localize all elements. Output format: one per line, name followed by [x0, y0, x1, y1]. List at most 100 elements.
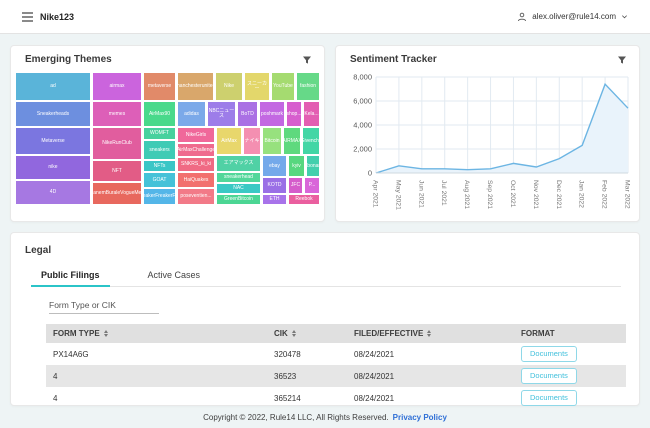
treemap-tile[interactable]: KOTD — [262, 177, 287, 194]
treemap-tile[interactable]: AIRMAX — [283, 127, 301, 155]
treemap-tile[interactable]: NFT — [92, 160, 142, 182]
cell-filed: 08/24/2021 — [347, 387, 514, 409]
cell-cik: 320478 — [267, 343, 347, 365]
treemap-tile[interactable]: Kela... — [303, 101, 320, 127]
cell-form-type: PX14A6G — [46, 343, 267, 365]
documents-button[interactable]: Documents — [521, 368, 577, 384]
treemap-tile[interactable]: ETH — [262, 194, 287, 205]
treemap-tile[interactable]: エアマックス — [216, 155, 261, 172]
treemap-tile[interactable]: manchesterunited — [177, 72, 214, 101]
treemap-tile-label: NikeGirls — [186, 133, 206, 138]
treemap-tile[interactable]: kyiv — [288, 155, 305, 177]
chevron-down-icon — [621, 13, 628, 20]
treemap-tile[interactable]: SNKRS_ki_ki — [177, 157, 215, 172]
legal-tabs: Public Filings Active Cases — [31, 266, 621, 287]
treemap: adSneakerheadsMetaversenike4D airmax memes… — [15, 72, 320, 205]
treemap-tile[interactable]: poshmark — [259, 101, 285, 127]
area-fill — [376, 84, 628, 173]
treemap-tile[interactable]: NikeGirls — [177, 127, 215, 143]
treemap-tile[interactable]: sneakerhead — [216, 172, 261, 183]
x-tick-label: Nov 2021 — [532, 180, 539, 209]
treemap-tile-label: NikeRunClub — [102, 141, 131, 146]
treemap-tile[interactable]: NFTs — [143, 160, 176, 172]
y-tick-label: 4,000 — [353, 121, 372, 130]
treemap-tile[interactable]: Metaverse — [15, 127, 91, 155]
treemap-tile[interactable]: GreenBitcoin — [216, 194, 261, 205]
treemap-tile[interactable]: ad — [15, 72, 91, 101]
treemap-tile[interactable]: Nike — [215, 72, 243, 101]
treemap-tile[interactable]: GOAT — [143, 172, 176, 188]
treemap-tile[interactable]: AirMaxChallenge — [177, 143, 215, 157]
treemap-tile[interactable]: memes — [92, 101, 142, 127]
filter-icon[interactable] — [617, 55, 627, 65]
filings-table: FORM TYPE CIK FILED/EFFECTIVE FORMAT PX1… — [46, 324, 626, 409]
treemap-tile[interactable]: 4D — [15, 180, 91, 205]
filter-icon[interactable] — [302, 55, 312, 65]
treemap-tile[interactable]: WOMFT — [143, 127, 176, 140]
treemap-tile[interactable]: abonart — [306, 155, 320, 177]
cell-filed: 08/24/2021 — [347, 365, 514, 387]
treemap-tile[interactable]: BoTD — [237, 101, 258, 127]
sentiment-chart: 02,0004,0006,0008,000Apr 2021May 2021Jun… — [340, 69, 636, 217]
treemap-tile-label: YouTube — [273, 84, 293, 89]
treemap-tile[interactable]: Sneakerheads — [15, 101, 91, 127]
tab-active-cases[interactable]: Active Cases — [138, 266, 211, 286]
treemap-tile-label: fashion — [300, 84, 316, 89]
treemap-tile-label: memes — [109, 112, 125, 117]
documents-button[interactable]: Documents — [521, 390, 577, 406]
treemap-tile-label: SneakerFreakerFam — [143, 194, 176, 199]
treemap-tile[interactable]: HaiQuakes — [177, 172, 215, 188]
treemap-tile[interactable]: JFC — [288, 177, 303, 194]
treemap-tile[interactable]: poseventien... — [177, 188, 215, 205]
treemap-tile[interactable]: SneakerFreakerFam — [143, 188, 176, 205]
treemap-tile-label: BoTD — [241, 112, 254, 117]
treemap-tile[interactable]: P... — [304, 177, 320, 194]
sort-icon[interactable] — [104, 330, 108, 337]
cell-form-type: 4 — [46, 387, 267, 409]
treemap-tile-label: Kela... — [304, 112, 318, 117]
treemap-tile-label: kyiv — [292, 164, 301, 169]
form-type-cik-input[interactable] — [49, 298, 159, 314]
cell-form-type: 4 — [46, 365, 267, 387]
treemap-tile[interactable]: YouTube — [271, 72, 295, 101]
treemap-tile[interactable]: adidas — [177, 101, 206, 127]
treemap-tile[interactable]: Reebok — [288, 194, 320, 205]
treemap-tile[interactable]: airmax — [92, 72, 142, 101]
treemap-tile[interactable]: metaverse — [143, 72, 176, 101]
treemap-tile-label: GOAT — [153, 178, 167, 183]
treemap-tile-label: NBCニュース — [208, 109, 235, 119]
treemap-tile[interactable]: Givenchy — [302, 127, 320, 155]
treemap-tile-label: HaiQuakes — [184, 178, 209, 183]
sort-icon[interactable] — [427, 330, 431, 337]
treemap-tile-label: AirMaxChallenge — [177, 148, 215, 153]
treemap-tile[interactable]: NBCニュース — [207, 101, 236, 127]
treemap-tile[interactable]: ナイキ — [243, 127, 261, 155]
col-format: FORMAT — [521, 329, 555, 338]
treemap-tile[interactable]: fashion — [296, 72, 320, 101]
treemap-tile[interactable]: ebay — [262, 155, 287, 177]
treemap-tile[interactable]: AirMax — [216, 127, 242, 155]
privacy-policy-link[interactable]: Privacy Policy — [393, 413, 447, 422]
treemap-tile-label: Bitcoin — [264, 139, 279, 144]
treemap-tile[interactable]: NikeRunClub — [92, 127, 142, 160]
table-row: 4 365214 08/24/2021 Documents — [46, 387, 626, 409]
treemap-tile[interactable]: shop... — [286, 101, 302, 127]
treemap-tile-label: エアマックス — [224, 161, 254, 166]
sort-icon[interactable] — [292, 330, 296, 337]
hamburger-icon[interactable] — [22, 12, 33, 22]
documents-button[interactable]: Documents — [521, 346, 577, 362]
treemap-tile[interactable]: sneakers — [143, 140, 176, 160]
user-menu[interactable]: alex.oliver@rule14.com — [517, 12, 628, 22]
treemap-tile-label: AirMax90 — [149, 112, 170, 117]
treemap-tile[interactable]: KanemBuraleVogueMen — [92, 182, 142, 205]
treemap-tile[interactable]: Bitcoin — [262, 127, 282, 155]
cell-filed: 08/24/2021 — [347, 343, 514, 365]
treemap-tile[interactable]: AirMax90 — [143, 101, 176, 127]
treemap-tile[interactable]: スニーカー — [244, 72, 270, 101]
treemap-tile-label: poseventien... — [180, 194, 211, 199]
treemap-tile[interactable]: nike — [15, 155, 91, 180]
treemap-tile[interactable]: NAC — [216, 183, 261, 194]
treemap-tile-label: ナイキ — [244, 139, 259, 144]
tab-public-filings[interactable]: Public Filings — [31, 266, 110, 286]
treemap-tile-label: poshmark — [261, 112, 283, 117]
